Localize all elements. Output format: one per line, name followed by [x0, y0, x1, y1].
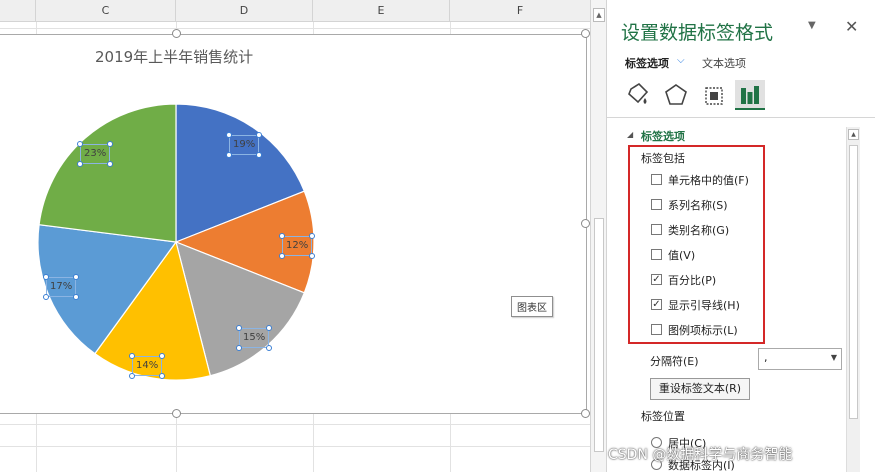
data-label[interactable]: 23%	[84, 148, 106, 159]
watermark-text: CSDN @数据科学与商务智能	[608, 447, 793, 463]
pane-title: 设置数据标签格式	[621, 22, 774, 44]
pane-options-dropdown-icon[interactable]: ▼	[808, 20, 816, 31]
data-label-handle[interactable]	[279, 253, 285, 259]
effects-icon[interactable]	[661, 80, 691, 110]
scroll-up-arrow-icon[interactable]: ▲	[593, 8, 605, 22]
close-icon[interactable]: ✕	[845, 17, 858, 36]
data-label-handle[interactable]	[107, 161, 113, 167]
data-label-handle[interactable]	[226, 152, 232, 158]
data-label-handle[interactable]	[256, 152, 262, 158]
data-label-handle[interactable]	[226, 132, 232, 138]
separator-select[interactable]: , ▼	[758, 348, 842, 370]
data-label[interactable]: 12%	[286, 240, 308, 251]
format-data-labels-pane: 设置数据标签格式 ▼ ✕ 标签选项 ⌵ 文本选项 ◢ 标签选项 标签包括 单元格…	[607, 0, 875, 472]
data-label-handle[interactable]	[129, 373, 135, 379]
data-label-handle[interactable]	[256, 132, 262, 138]
data-label-handle[interactable]	[309, 253, 315, 259]
data-label[interactable]: 15%	[243, 332, 265, 343]
excel-window: C D E F 2019年上半年销售统计 19% 12% 15% 14% 17% 23% …	[0, 0, 875, 472]
collapse-triangle-icon[interactable]: ◢	[627, 130, 633, 139]
tab-text-options[interactable]: 文本选项	[702, 55, 746, 71]
data-label-handle[interactable]	[266, 325, 272, 331]
data-label-handle[interactable]	[159, 353, 165, 359]
chevron-down-icon[interactable]: ▼	[831, 353, 837, 362]
data-label[interactable]: 19%	[233, 139, 255, 150]
chevron-down-icon[interactable]: ⌵	[677, 55, 685, 66]
data-label-handle[interactable]	[129, 353, 135, 359]
pane-vertical-scrollbar[interactable]: ▲	[846, 127, 860, 472]
separator-label: 分隔符(E)	[650, 355, 699, 368]
data-label-handle[interactable]	[309, 233, 315, 239]
scroll-thumb[interactable]	[849, 145, 858, 419]
data-label-handle[interactable]	[43, 294, 49, 300]
data-label-handle[interactable]	[107, 141, 113, 147]
sheet-vertical-scrollbar[interactable]: ▲	[590, 0, 607, 472]
data-label-handle[interactable]	[73, 294, 79, 300]
worksheet: C D E F 2019年上半年销售统计 19% 12% 15% 14% 17% 23% …	[0, 0, 590, 472]
label-position-heading: 标签位置	[641, 410, 685, 423]
scroll-thumb[interactable]	[594, 218, 604, 452]
fill-line-icon[interactable]	[623, 80, 653, 110]
data-label-handle[interactable]	[236, 325, 242, 331]
label-options-icon[interactable]	[735, 80, 765, 110]
section-label-options[interactable]: 标签选项	[641, 128, 685, 144]
data-label-handle[interactable]	[77, 141, 83, 147]
data-label-handle[interactable]	[73, 274, 79, 280]
data-label[interactable]: 17%	[50, 281, 72, 292]
data-label-handle[interactable]	[77, 161, 83, 167]
separator-value: ,	[764, 351, 768, 364]
chart-area-tooltip: 图表区	[511, 296, 553, 317]
reset-label-text-button[interactable]: 重设标签文本(R)	[650, 378, 750, 400]
size-properties-icon[interactable]	[699, 80, 729, 110]
data-label[interactable]: 14%	[136, 360, 158, 371]
highlight-box	[628, 145, 765, 344]
scroll-up-arrow-icon[interactable]: ▲	[848, 129, 859, 140]
pane-divider	[607, 117, 875, 118]
data-label-handle[interactable]	[266, 345, 272, 351]
data-label-handle[interactable]	[43, 274, 49, 280]
tab-label-options[interactable]: 标签选项	[625, 55, 669, 71]
data-label-handle[interactable]	[279, 233, 285, 239]
data-label-handle[interactable]	[236, 345, 242, 351]
data-label-handle[interactable]	[159, 373, 165, 379]
pie-slice[interactable]	[38, 103, 177, 243]
